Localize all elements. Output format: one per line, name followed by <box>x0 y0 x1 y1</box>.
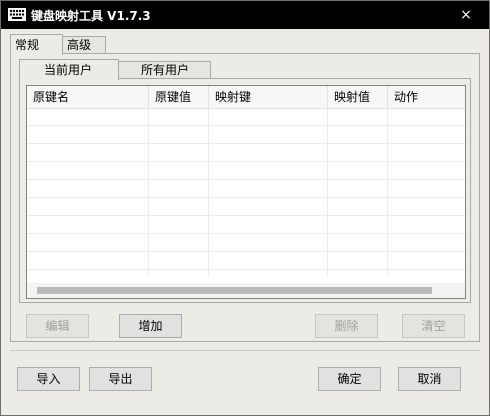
empty-row <box>27 180 465 198</box>
keyboard-icon <box>8 8 26 21</box>
empty-row <box>27 252 465 270</box>
export-button[interactable]: 导出 <box>89 367 152 391</box>
empty-row <box>27 126 465 144</box>
tab-current-user-label: 当前用户 <box>44 63 93 77</box>
empty-row <box>27 234 465 252</box>
cancel-button[interactable]: 取消 <box>398 367 461 391</box>
tab-advanced-label: 高级 <box>67 38 92 52</box>
delete-button[interactable]: 删除 <box>315 314 378 338</box>
empty-row <box>27 198 465 216</box>
import-button[interactable]: 导入 <box>17 367 80 391</box>
column-header-original-key-name[interactable]: 原键名 <box>27 86 149 108</box>
tab-general[interactable]: 常规 <box>10 34 63 55</box>
add-button[interactable]: 增加 <box>119 314 182 338</box>
column-header-mapped-key[interactable]: 映射键 <box>209 86 328 108</box>
empty-row <box>27 108 465 126</box>
tab-general-label: 常规 <box>15 38 40 52</box>
close-button[interactable]: × <box>455 5 477 25</box>
scrollbar-thumb[interactable] <box>37 287 432 294</box>
main-window: 键盘映射工具 V1.7.3 × 常规 高级 当前用户 所有用户 原键名 原键值 … <box>0 0 490 416</box>
table-header: 原键名 原键值 映射键 映射值 动作 <box>27 86 465 109</box>
empty-row <box>27 162 465 180</box>
column-header-mapped-value[interactable]: 映射值 <box>328 86 388 108</box>
empty-row <box>27 216 465 234</box>
window-title: 键盘映射工具 V1.7.3 <box>31 9 151 23</box>
mapping-table[interactable]: 原键名 原键值 映射键 映射值 动作 <box>26 85 466 299</box>
tab-all-users[interactable]: 所有用户 <box>118 61 211 78</box>
title-bar[interactable]: 键盘映射工具 V1.7.3 × <box>1 1 489 29</box>
tab-all-users-label: 所有用户 <box>141 63 190 77</box>
tab-current-user[interactable]: 当前用户 <box>19 59 119 80</box>
horizontal-scrollbar[interactable] <box>27 283 465 298</box>
edit-button[interactable]: 编辑 <box>26 314 89 338</box>
empty-row <box>27 144 465 162</box>
clear-button[interactable]: 清空 <box>402 314 465 338</box>
ok-button[interactable]: 确定 <box>318 367 381 391</box>
column-header-action[interactable]: 动作 <box>388 86 465 108</box>
close-icon: × <box>460 7 472 23</box>
divider <box>10 350 480 351</box>
tab-advanced[interactable]: 高级 <box>62 36 106 53</box>
column-header-original-key-value[interactable]: 原键值 <box>149 86 209 108</box>
